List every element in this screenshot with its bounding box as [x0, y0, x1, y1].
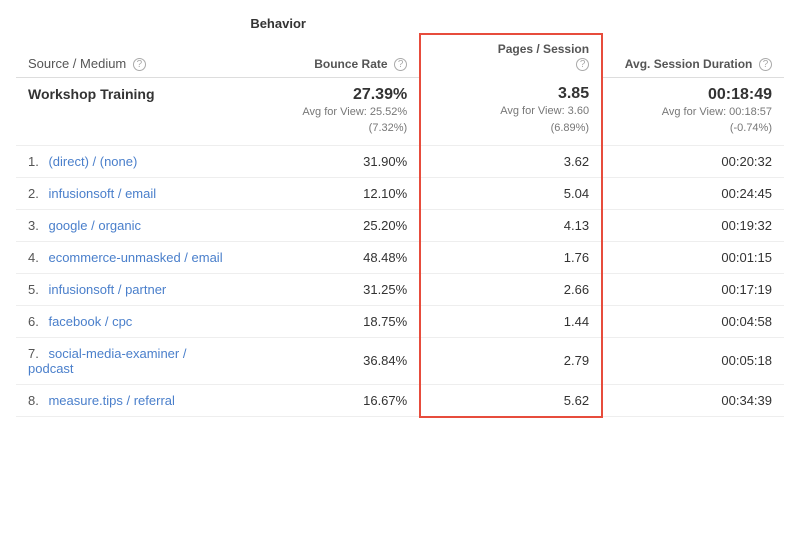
row-pages-session: 4.13	[420, 209, 602, 241]
table-row: 4. ecommerce-unmasked / email 48.48% 1.7…	[16, 241, 784, 273]
row-source: 3. google / organic	[16, 209, 238, 241]
row-number: 6.	[28, 314, 39, 329]
analytics-table: Behavior Source / Medium ? Bounce Rate ?…	[0, 0, 800, 428]
row-pages-session: 1.76	[420, 241, 602, 273]
row-avg-session: 00:34:39	[602, 384, 784, 417]
row-number: 2.	[28, 186, 39, 201]
pages-session-help-icon[interactable]: ?	[576, 58, 589, 71]
avg-session-header: Avg. Session Duration ?	[602, 34, 784, 77]
row-number: 8.	[28, 393, 39, 408]
table-row: 2. infusionsoft / email 12.10% 5.04 00:2…	[16, 177, 784, 209]
row-source: 5. infusionsoft / partner	[16, 273, 238, 305]
row-pages-session: 5.04	[420, 177, 602, 209]
bounce-rate-help-icon[interactable]: ?	[394, 58, 407, 71]
source-link[interactable]: infusionsoft / email	[48, 186, 156, 201]
row-avg-session: 00:05:18	[602, 337, 784, 384]
bounce-rate-label: Bounce Rate	[314, 57, 387, 71]
row-avg-session: 00:19:32	[602, 209, 784, 241]
row-number: 7.	[28, 346, 39, 361]
row-number: 5.	[28, 282, 39, 297]
row-number: 3.	[28, 218, 39, 233]
summary-pages-session: 3.85 Avg for View: 3.60(6.89%)	[420, 77, 602, 145]
table-row: 8. measure.tips / referral 16.67% 5.62 0…	[16, 384, 784, 417]
row-pages-session: 1.44	[420, 305, 602, 337]
avg-session-label: Avg. Session Duration	[625, 57, 753, 71]
source-link[interactable]: (direct) / (none)	[48, 154, 137, 169]
source-link[interactable]: measure.tips / referral	[48, 393, 174, 408]
row-bounce-rate: 18.75%	[238, 305, 420, 337]
summary-row: Workshop Training 27.39% Avg for View: 2…	[16, 77, 784, 145]
behavior-header-row: Behavior	[16, 10, 784, 34]
row-number: 1.	[28, 154, 39, 169]
row-source: 7. social-media-examiner / podcast	[16, 337, 238, 384]
source-link[interactable]: google / organic	[48, 218, 141, 233]
table-row: 7. social-media-examiner / podcast 36.84…	[16, 337, 784, 384]
row-bounce-rate: 48.48%	[238, 241, 420, 273]
row-bounce-rate: 25.20%	[238, 209, 420, 241]
summary-source: Workshop Training	[16, 77, 238, 145]
summary-avg-session: 00:18:49 Avg for View: 00:18:57(-0.74%)	[602, 77, 784, 145]
bounce-rate-header: Bounce Rate ?	[238, 34, 420, 77]
source-link[interactable]: infusionsoft / partner	[48, 282, 166, 297]
pages-session-header: Pages / Session ?	[420, 34, 602, 77]
row-number: 4.	[28, 250, 39, 265]
column-header-row: Source / Medium ? Bounce Rate ? Pages / …	[16, 34, 784, 77]
row-bounce-rate: 12.10%	[238, 177, 420, 209]
table-row: 1. (direct) / (none) 31.90% 3.62 00:20:3…	[16, 145, 784, 177]
source-link[interactable]: ecommerce-unmasked / email	[48, 250, 222, 265]
source-medium-help-icon[interactable]: ?	[133, 58, 146, 71]
row-bounce-rate: 31.90%	[238, 145, 420, 177]
row-bounce-rate: 36.84%	[238, 337, 420, 384]
row-avg-session: 00:04:58	[602, 305, 784, 337]
source-medium-spacer	[16, 10, 238, 34]
source-medium-label: Source / Medium	[28, 56, 126, 71]
pages-session-label: Pages / Session	[498, 42, 589, 56]
table-row: 3. google / organic 25.20% 4.13 00:19:32	[16, 209, 784, 241]
source-link[interactable]: social-media-examiner / podcast	[28, 346, 186, 376]
row-avg-session: 00:24:45	[602, 177, 784, 209]
summary-bounce-rate: 27.39% Avg for View: 25.52%(7.32%)	[238, 77, 420, 145]
row-source: 6. facebook / cpc	[16, 305, 238, 337]
table-row: 6. facebook / cpc 18.75% 1.44 00:04:58	[16, 305, 784, 337]
avg-session-help-icon[interactable]: ?	[759, 58, 772, 71]
row-source: 4. ecommerce-unmasked / email	[16, 241, 238, 273]
source-link[interactable]: facebook / cpc	[48, 314, 132, 329]
row-avg-session: 00:20:32	[602, 145, 784, 177]
source-medium-header: Source / Medium ?	[16, 34, 238, 77]
row-pages-session: 5.62	[420, 384, 602, 417]
row-source: 2. infusionsoft / email	[16, 177, 238, 209]
row-bounce-rate: 16.67%	[238, 384, 420, 417]
table-row: 5. infusionsoft / partner 31.25% 2.66 00…	[16, 273, 784, 305]
row-source: 8. measure.tips / referral	[16, 384, 238, 417]
row-pages-session: 2.79	[420, 337, 602, 384]
row-source: 1. (direct) / (none)	[16, 145, 238, 177]
row-avg-session: 00:17:19	[602, 273, 784, 305]
row-avg-session: 00:01:15	[602, 241, 784, 273]
row-bounce-rate: 31.25%	[238, 273, 420, 305]
behavior-group-header: Behavior	[238, 10, 784, 34]
row-pages-session: 2.66	[420, 273, 602, 305]
row-pages-session: 3.62	[420, 145, 602, 177]
